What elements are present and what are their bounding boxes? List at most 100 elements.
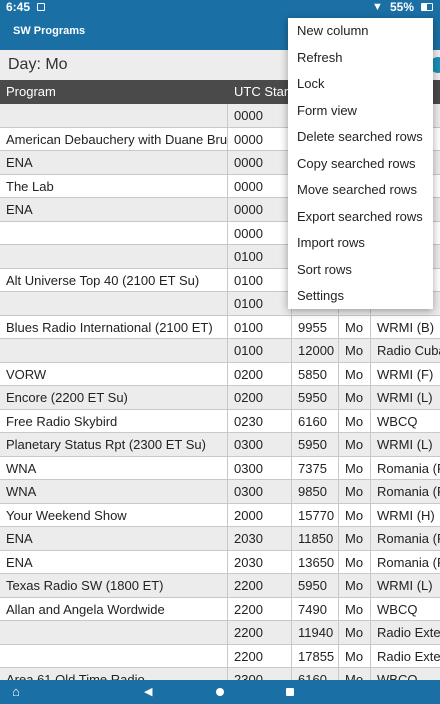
launcher-icon[interactable]: ⌂: [12, 684, 20, 700]
cell-program[interactable]: [0, 644, 228, 667]
menu-item-lock[interactable]: Lock: [288, 71, 433, 98]
cell-frequency[interactable]: 7490: [292, 597, 339, 620]
table-row[interactable]: Free Radio Skybird 0230 6160 Mo WBCQ: [0, 409, 440, 433]
cell-utc-start[interactable]: 0000: [228, 174, 292, 197]
table-row[interactable]: Texas Radio SW (1800 ET) 2200 5950 Mo WRMI (…: [0, 574, 440, 598]
cell-program[interactable]: Texas Radio SW (1800 ET): [0, 574, 228, 597]
cell-program[interactable]: ENA: [0, 550, 228, 573]
cell-station[interactable]: WRMI (H): [371, 504, 440, 527]
cell-frequency[interactable]: 17855: [292, 644, 339, 667]
cell-utc-start[interactable]: 0000: [228, 151, 292, 174]
cell-program[interactable]: Planetary Status Rpt (2300 ET Su): [0, 433, 228, 456]
cell-utc-start[interactable]: 2200: [228, 597, 292, 620]
menu-item-copy-searched-rows[interactable]: Copy searched rows: [288, 151, 433, 178]
menu-item-import-rows[interactable]: Import rows: [288, 230, 433, 257]
cell-program[interactable]: Blues Radio International (2100 ET): [0, 315, 228, 338]
cell-frequency[interactable]: 15770: [292, 503, 339, 526]
cell-utc-start[interactable]: 2200: [228, 621, 292, 644]
table-row[interactable]: Your Weekend Show 2000 15770 Mo WRMI (H): [0, 503, 440, 527]
cell-station[interactable]: Romania (R: [371, 457, 440, 480]
cell-program[interactable]: [0, 339, 228, 362]
cell-program[interactable]: Allan and Angela Wordwide: [0, 597, 228, 620]
cell-day[interactable]: Mo: [339, 339, 371, 362]
cell-frequency[interactable]: 9955: [292, 315, 339, 338]
cell-day[interactable]: Mo: [339, 503, 371, 526]
table-row[interactable]: ENA 2030 13650 Mo Romania (R: [0, 550, 440, 574]
table-row[interactable]: VORW 0200 5850 Mo WRMI (F): [0, 362, 440, 386]
cell-utc-start[interactable]: 0300: [228, 433, 292, 456]
cell-utc-start[interactable]: 0230: [228, 409, 292, 432]
cell-day[interactable]: Mo: [339, 409, 371, 432]
cell-station[interactable]: WBCQ: [371, 598, 440, 621]
cell-day[interactable]: Mo: [339, 433, 371, 456]
menu-item-new-column[interactable]: New column: [288, 18, 433, 45]
cell-program[interactable]: Encore (2200 ET Su): [0, 386, 228, 409]
cell-program[interactable]: [0, 104, 228, 127]
cell-day[interactable]: Mo: [339, 480, 371, 503]
cell-utc-start[interactable]: 2200: [228, 574, 292, 597]
table-row[interactable]: Planetary Status Rpt (2300 ET Su) 0300 595…: [0, 433, 440, 457]
menu-item-sort-rows[interactable]: Sort rows: [288, 257, 433, 284]
table-row[interactable]: Allan and Angela Wordwide 2200 7490 Mo WBCQ: [0, 597, 440, 621]
cell-program[interactable]: WNA: [0, 480, 228, 503]
cell-day[interactable]: Mo: [339, 574, 371, 597]
menu-item-move-searched-rows[interactable]: Move searched rows: [288, 177, 433, 204]
cell-program[interactable]: [0, 245, 228, 268]
cell-frequency[interactable]: 11850: [292, 527, 339, 550]
table-row[interactable]: 0100 12000 Mo Radio Cuba: [0, 339, 440, 363]
cell-day[interactable]: Mo: [339, 597, 371, 620]
cell-program[interactable]: Your Weekend Show: [0, 503, 228, 526]
cell-program[interactable]: VORW: [0, 362, 228, 385]
cell-utc-start[interactable]: 0200: [228, 362, 292, 385]
cell-utc-start[interactable]: 0100: [228, 245, 292, 268]
recent-apps-icon[interactable]: [286, 688, 294, 696]
cell-program[interactable]: The Lab: [0, 174, 228, 197]
cell-utc-start[interactable]: 0100: [228, 292, 292, 315]
cell-program[interactable]: [0, 621, 228, 644]
cell-utc-start[interactable]: 0000: [228, 127, 292, 150]
cell-day[interactable]: Mo: [339, 315, 371, 338]
cell-station[interactable]: Radio Exteri: [371, 621, 440, 644]
cell-utc-start[interactable]: 0100: [228, 315, 292, 338]
cell-station[interactable]: Romania (R: [371, 527, 440, 550]
cell-day[interactable]: Mo: [339, 456, 371, 479]
cell-frequency[interactable]: 11940: [292, 621, 339, 644]
cell-day[interactable]: Mo: [339, 527, 371, 550]
table-row[interactable]: 220017855MoRadio Exteri: [0, 644, 440, 668]
cell-station[interactable]: WRMI (B): [371, 316, 440, 339]
cell-utc-start[interactable]: 0000: [228, 221, 292, 244]
cell-utc-start[interactable]: 2030: [228, 527, 292, 550]
cell-utc-start[interactable]: 0000: [228, 104, 292, 127]
cell-program[interactable]: Alt Universe Top 40 (2100 ET Su): [0, 268, 228, 291]
cell-utc-start[interactable]: 0200: [228, 386, 292, 409]
cell-station[interactable]: Radio Exteri: [371, 645, 440, 668]
cell-frequency[interactable]: 5950: [292, 433, 339, 456]
cell-station[interactable]: Romania (R: [371, 551, 440, 574]
cell-utc-start[interactable]: 0300: [228, 480, 292, 503]
cell-program[interactable]: [0, 292, 228, 315]
cell-program[interactable]: [0, 221, 228, 244]
cell-program[interactable]: American Debauchery with Duane Bruce: [0, 127, 228, 150]
table-row[interactable]: WNA 0300 7375 Mo Romania (R: [0, 456, 440, 480]
menu-item-form-view[interactable]: Form view: [288, 98, 433, 125]
header-program[interactable]: Program: [0, 80, 56, 104]
cell-utc-start[interactable]: 0300: [228, 456, 292, 479]
menu-item-refresh[interactable]: Refresh: [288, 45, 433, 72]
cell-day[interactable]: Mo: [339, 362, 371, 385]
table-row[interactable]: WNA 0300 9850 Mo Romania (R: [0, 480, 440, 504]
table-row[interactable]: Encore (2200 ET Su) 0200 5950 Mo WRMI (L): [0, 386, 440, 410]
menu-item-delete-searched-rows[interactable]: Delete searched rows: [288, 124, 433, 151]
cell-station[interactable]: WRMI (L): [371, 386, 440, 409]
cell-utc-start[interactable]: 0100: [228, 268, 292, 291]
cell-station[interactable]: WRMI (L): [371, 574, 440, 597]
table-row[interactable]: Blues Radio International (2100 ET) 0100 9…: [0, 315, 440, 339]
cell-program[interactable]: ENA: [0, 151, 228, 174]
cell-frequency[interactable]: 12000: [292, 339, 339, 362]
cell-program[interactable]: ENA: [0, 527, 228, 550]
cell-frequency[interactable]: 5850: [292, 362, 339, 385]
cell-station[interactable]: Radio Cuba: [371, 339, 440, 362]
cell-frequency[interactable]: 13650: [292, 550, 339, 573]
cell-utc-start[interactable]: 2030: [228, 550, 292, 573]
cell-program[interactable]: WNA: [0, 456, 228, 479]
cell-frequency[interactable]: 6160: [292, 409, 339, 432]
